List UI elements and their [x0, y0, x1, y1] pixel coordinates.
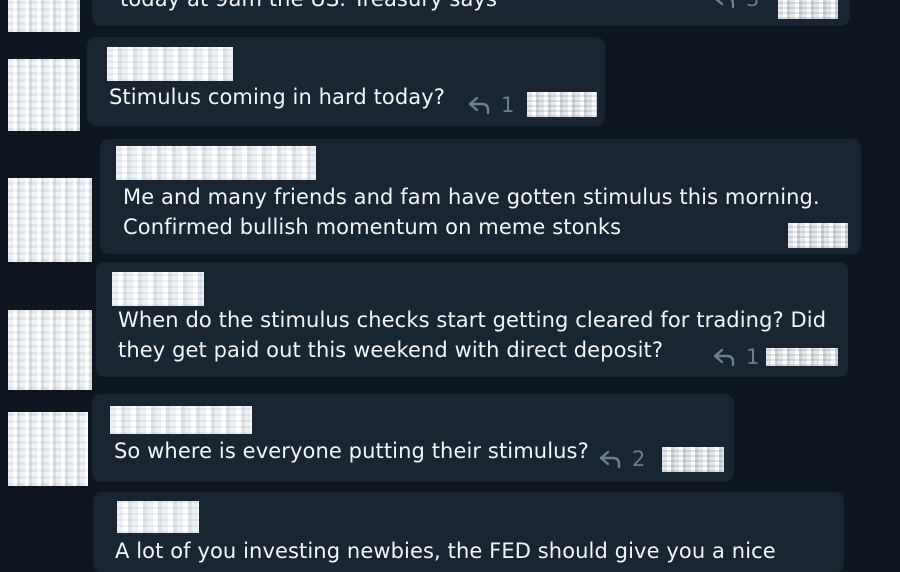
reply-counter[interactable]: 1 — [467, 90, 514, 120]
reply-arrow-icon — [599, 450, 621, 469]
message-text: So where is everyone putting their stimu… — [114, 439, 589, 463]
message-text: Me and many friends and fam have gotten … — [123, 185, 820, 239]
sender-name — [110, 406, 252, 434]
reply-count: 3 — [746, 0, 759, 14]
message-bubble[interactable]: Stimulus coming in hard today? 1 — [87, 37, 605, 126]
message-text: today at 9am the US. Treasury says — [120, 0, 497, 14]
message-bubble[interactable]: A lot of you investing newbies, the FED … — [93, 492, 844, 572]
reply-arrow-icon — [715, 0, 735, 9]
sender-name — [116, 146, 316, 180]
reply-count: 1 — [746, 345, 760, 369]
avatar[interactable] — [8, 178, 92, 262]
chat-history[interactable]: today at 9am the US. Treasury says 3 Sti… — [0, 0, 900, 572]
sender-name — [112, 272, 204, 306]
message-bubble[interactable]: When do the stimulus checks start gettin… — [96, 262, 848, 377]
message-text: A lot of you investing newbies, the FED … — [115, 539, 776, 563]
reply-counter[interactable]: 3 — [712, 0, 759, 14]
avatar[interactable] — [8, 412, 88, 486]
reply-count: 1 — [501, 93, 515, 117]
avatar[interactable] — [8, 59, 80, 131]
message-bubble[interactable]: today at 9am the US. Treasury says 3 — [92, 0, 850, 26]
timestamp — [788, 223, 848, 248]
avatar[interactable] — [8, 0, 80, 32]
timestamp — [766, 348, 838, 366]
reply-counter[interactable]: 1 — [712, 342, 759, 372]
message-text: Stimulus coming in hard today? — [109, 85, 446, 109]
timestamp — [662, 447, 724, 472]
timestamp — [778, 0, 838, 19]
avatar[interactable] — [8, 310, 92, 390]
message-bubble[interactable]: So where is everyone putting their stimu… — [92, 394, 734, 482]
reply-count: 2 — [632, 447, 646, 471]
sender-name — [107, 47, 233, 81]
message-bubble[interactable]: Me and many friends and fam have gotten … — [100, 139, 861, 254]
reply-arrow-icon — [468, 96, 490, 115]
timestamp — [527, 92, 597, 117]
reply-arrow-icon — [713, 348, 735, 367]
sender-name — [117, 501, 199, 533]
reply-counter[interactable]: 2 — [598, 444, 645, 474]
